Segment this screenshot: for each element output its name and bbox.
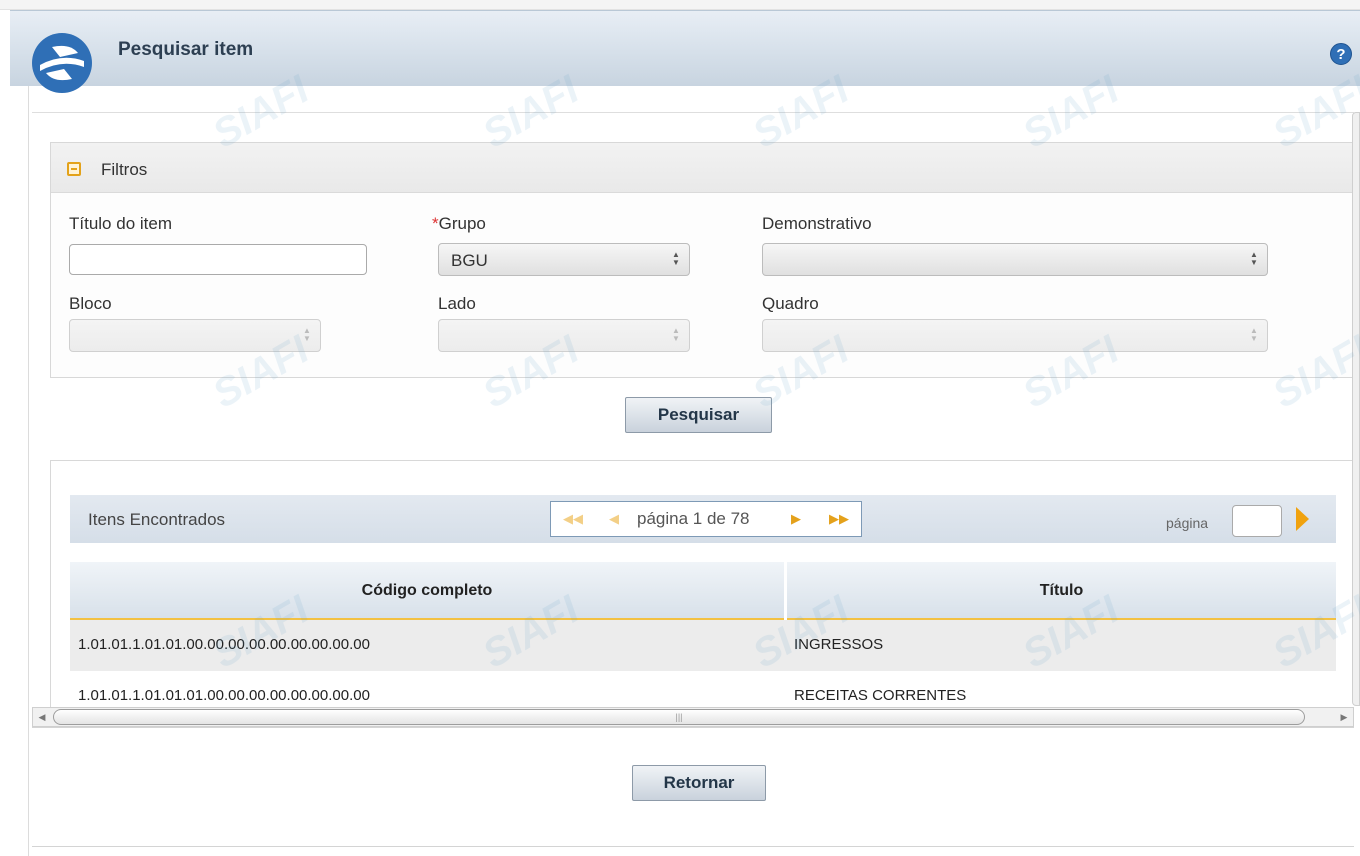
scrollbar-thumb[interactable]: |||: [53, 709, 1305, 725]
table-row[interactable]: 1.01.01.1.01.01.01.00.00.00.00.00.00.00.…: [70, 671, 1336, 707]
pager-text: página 1 de 78: [637, 509, 750, 528]
demonstrativo-select[interactable]: ▲ ▼: [762, 243, 1268, 276]
results-table: Código completo Título 1.01.01.1.01.01.0…: [70, 562, 1336, 707]
quadro-label: Quadro: [762, 294, 819, 313]
cell-titulo: RECEITAS CORRENTES: [794, 687, 967, 704]
column-header-titulo[interactable]: Título: [787, 582, 1336, 600]
dialog-header: Pesquisar item ?: [10, 10, 1360, 93]
left-divider: [28, 86, 29, 856]
select-arrows-icon: ▲ ▼: [672, 250, 680, 267]
required-mark: *: [432, 214, 439, 233]
siafi-logo-icon: [32, 33, 92, 93]
grupo-select-value: BGU: [451, 251, 488, 270]
top-strip: [0, 0, 1360, 10]
cell-titulo: INGRESSOS: [794, 636, 884, 653]
select-arrows-icon: ▲ ▼: [303, 326, 311, 343]
filters-header[interactable]: Filtros: [51, 143, 1359, 193]
pager: ◀◀ ◀ página 1 de 78 ▶ ▶▶: [550, 501, 862, 537]
go-page-input[interactable]: [1232, 505, 1282, 537]
first-page-icon[interactable]: ◀◀: [563, 511, 583, 527]
scroll-left-icon[interactable]: ◀: [35, 710, 49, 724]
select-arrows-icon: ▲ ▼: [1250, 326, 1258, 343]
demonstrativo-label: Demonstrativo: [762, 214, 872, 233]
bloco-label: Bloco: [69, 294, 112, 313]
prev-page-icon[interactable]: ◀: [609, 511, 619, 527]
select-arrows-icon: ▲ ▼: [672, 326, 680, 343]
titulo-label: Título do item: [69, 214, 172, 233]
cell-codigo: 1.01.01.1.01.01.00.00.00.00.00.00.00.00.…: [78, 636, 370, 653]
grupo-label-text: Grupo: [438, 214, 486, 233]
lado-label: Lado: [438, 294, 476, 313]
grupo-select[interactable]: BGU ▲ ▼: [438, 243, 690, 276]
results-toolbar: Itens Encontrados ◀◀ ◀ página 1 de 78 ▶ …: [70, 495, 1336, 543]
go-page-arrow-icon[interactable]: [1296, 507, 1309, 531]
grupo-label: *Grupo: [432, 214, 486, 234]
column-header-codigo[interactable]: Código completo: [70, 582, 784, 600]
help-icon[interactable]: ?: [1330, 43, 1352, 65]
go-page-label: página: [1166, 515, 1209, 531]
select-arrows-icon: ▲ ▼: [1250, 250, 1258, 267]
table-header: Código completo Título: [70, 562, 1336, 620]
vertical-scrollbar[interactable]: [1352, 112, 1360, 706]
search-button[interactable]: Pesquisar: [625, 397, 772, 433]
cell-codigo: 1.01.01.1.01.01.01.00.00.00.00.00.00.00.…: [78, 687, 370, 704]
titulo-input[interactable]: [69, 244, 367, 275]
bloco-select[interactable]: ▲ ▼: [69, 319, 321, 352]
results-title: Itens Encontrados: [88, 510, 226, 529]
scroll-right-icon[interactable]: ▶: [1337, 710, 1351, 724]
return-button[interactable]: Retornar: [632, 765, 766, 801]
table-row[interactable]: 1.01.01.1.01.01.00.00.00.00.00.00.00.00.…: [70, 620, 1336, 671]
quadro-select[interactable]: ▲ ▼: [762, 319, 1268, 352]
filters-title: Filtros: [101, 160, 148, 179]
collapse-icon[interactable]: [67, 162, 81, 176]
dialog-title: Pesquisar item: [118, 39, 254, 60]
last-page-icon[interactable]: ▶▶: [829, 511, 849, 527]
horizontal-scrollbar[interactable]: ◀ ||| ▶: [32, 707, 1354, 727]
next-page-icon[interactable]: ▶: [791, 511, 801, 527]
lado-select[interactable]: ▲ ▼: [438, 319, 690, 352]
